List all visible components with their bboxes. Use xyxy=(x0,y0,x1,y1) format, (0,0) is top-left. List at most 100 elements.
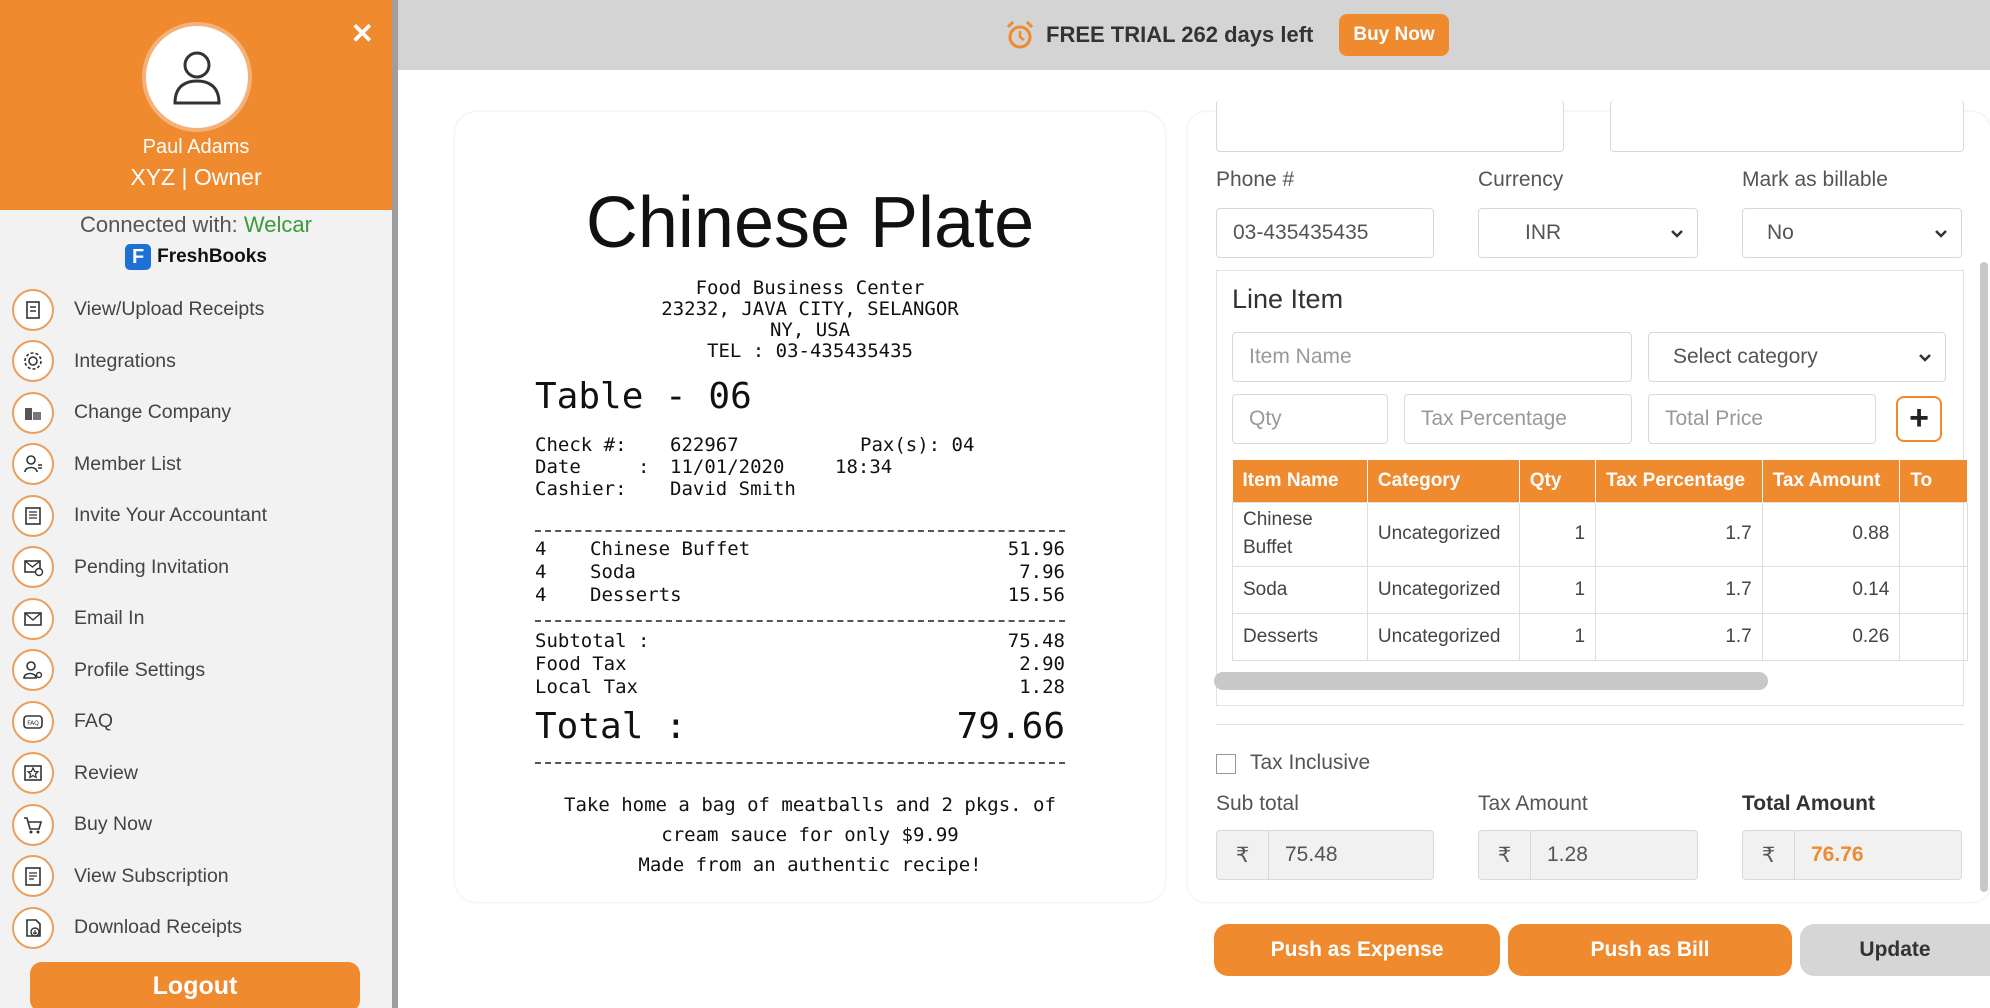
envelope-icon xyxy=(12,597,54,640)
sidebar-item-label: View/Upload Receipts xyxy=(74,298,265,321)
receipt-address: Food Business Center 23232, JAVA CITY, S… xyxy=(455,278,1165,362)
col-total[interactable]: To xyxy=(1899,460,1968,502)
logout-button[interactable]: Logout xyxy=(30,962,360,1008)
cell-tax-amount: 0.14 xyxy=(1761,565,1901,614)
sidebar-item-email-in[interactable]: Email In xyxy=(12,593,392,645)
item-amount: 51.96 xyxy=(1007,538,1065,560)
tax-amount-label: Tax Amount xyxy=(1478,792,1588,815)
receipt-item: 4 Desserts 15.56 xyxy=(535,584,1065,607)
subtotal-label: Subtotal : xyxy=(535,630,650,652)
category-select[interactable]: Select category xyxy=(1648,332,1946,382)
qty-placeholder: Qty xyxy=(1249,407,1282,430)
sidebar-item-buy-now[interactable]: Buy Now xyxy=(12,799,392,851)
cell-tax-amount: 0.26 xyxy=(1761,612,1901,661)
sidebar-item-view-subscription[interactable]: View Subscription xyxy=(12,851,392,903)
col-tax-percentage[interactable]: Tax Percentage xyxy=(1595,460,1763,502)
sidebar-item-member-list[interactable]: Member List xyxy=(12,439,392,491)
user-icon xyxy=(173,51,221,105)
billable-label: Mark as billable xyxy=(1742,168,1888,191)
partial-field[interactable] xyxy=(1610,100,1964,152)
cell-total xyxy=(1899,612,1968,661)
local-tax-label: Local Tax xyxy=(535,676,638,698)
avatar xyxy=(142,22,252,132)
sidebar-item-integrations[interactable]: Integrations xyxy=(12,336,392,388)
tax-percentage-input[interactable]: Tax Percentage xyxy=(1404,394,1632,444)
receipt-total: Total : 79.66 xyxy=(535,706,1065,747)
receipt-item: 4 Chinese Buffet 51.96 xyxy=(535,538,1065,561)
item-amount: 15.56 xyxy=(1007,584,1065,606)
sidebar-item-faq[interactable]: FAQ FAQ xyxy=(12,696,392,748)
sidebar-item-pending-invitation[interactable]: Pending Invitation xyxy=(12,542,392,594)
sidebar-item-review[interactable]: Review xyxy=(12,748,392,800)
item-qty: 4 xyxy=(535,561,547,583)
table-row[interactable]: Chinese Buffet Uncategorized 1 1.7 0.88 xyxy=(1232,501,1968,567)
col-category[interactable]: Category xyxy=(1367,460,1520,502)
receipt-food-tax: Food Tax 2.90 xyxy=(535,653,1065,676)
cell-item-name: Soda xyxy=(1232,565,1368,614)
table-row[interactable]: Desserts Uncategorized 1 1.7 0.26 xyxy=(1232,612,1968,661)
tax-amount-field: ₹ 1.28 xyxy=(1478,830,1698,880)
partial-field[interactable] xyxy=(1216,100,1564,152)
tax-inclusive-checkbox[interactable] xyxy=(1216,754,1236,774)
push-as-expense-button[interactable]: Push as Expense xyxy=(1214,924,1500,976)
sidebar-item-label: Buy Now xyxy=(74,813,153,836)
sidebar-item-profile-settings[interactable]: Profile Settings xyxy=(12,645,392,697)
cell-qty: 1 xyxy=(1518,501,1597,567)
freshbooks-label: FreshBooks xyxy=(157,246,267,267)
vertical-scrollbar[interactable] xyxy=(1980,262,1988,892)
total-price-input[interactable]: Total Price xyxy=(1648,394,1876,444)
col-item-name[interactable]: Item Name xyxy=(1232,460,1368,502)
push-as-bill-button[interactable]: Push as Bill xyxy=(1508,924,1792,976)
table-row[interactable]: Soda Uncategorized 1 1.7 0.14 xyxy=(1232,565,1968,614)
receipt-local-tax: Local Tax 1.28 xyxy=(535,676,1065,699)
close-icon[interactable]: ✕ xyxy=(351,20,374,48)
receipt-subtotal: Subtotal : 75.48 xyxy=(535,630,1065,653)
qty-input[interactable]: Qty xyxy=(1232,394,1388,444)
date-label: Date : xyxy=(535,456,650,478)
billable-select[interactable]: No xyxy=(1742,208,1962,258)
col-tax-amount[interactable]: Tax Amount xyxy=(1762,460,1901,502)
subtotal-field: ₹ 75.48 xyxy=(1216,830,1434,880)
cell-category: Uncategorized xyxy=(1366,501,1520,567)
rupee-icon: ₹ xyxy=(1479,831,1531,879)
cell-tax-percentage: 1.7 xyxy=(1595,612,1763,661)
cashier-label: Cashier: xyxy=(535,478,627,500)
col-qty[interactable]: Qty xyxy=(1519,460,1597,502)
cashier-name: David Smith xyxy=(670,478,796,500)
total-price-placeholder: Total Price xyxy=(1665,407,1764,430)
food-tax-value: 2.90 xyxy=(1019,653,1065,675)
total-amount-value: 76.76 xyxy=(1811,843,1864,866)
sidebar-item-label: Member List xyxy=(74,452,182,475)
invite-accountant-icon xyxy=(12,494,54,537)
check-label: Check #: xyxy=(535,434,627,456)
receipt-address-line: Food Business Center xyxy=(695,277,925,299)
phone-input[interactable]: 03-435435435 xyxy=(1216,208,1434,258)
horizontal-scrollbar[interactable] xyxy=(1214,672,1768,690)
cell-category: Uncategorized xyxy=(1366,565,1520,614)
section-divider xyxy=(1216,724,1964,725)
review-star-icon xyxy=(12,752,54,795)
add-line-item-button[interactable]: + xyxy=(1896,396,1942,442)
buy-now-button[interactable]: Buy Now xyxy=(1339,14,1449,56)
rupee-icon: ₹ xyxy=(1743,831,1795,879)
footer-line: cream sauce for only $9.99 xyxy=(661,824,959,846)
receipt-footer: Take home a bag of meatballs and 2 pkgs.… xyxy=(455,790,1165,880)
item-amount: 7.96 xyxy=(1019,561,1065,583)
sidebar-item-change-company[interactable]: Change Company xyxy=(12,387,392,439)
line-item-title: Line Item xyxy=(1232,284,1344,314)
pax-count: Pax(s): 04 xyxy=(860,434,975,456)
tax-inclusive-label: Tax Inclusive xyxy=(1250,751,1371,774)
item-name-input[interactable]: Item Name xyxy=(1232,332,1632,382)
sidebar-nav: View/Upload Receipts Integrations Change C… xyxy=(12,284,392,954)
subtotal-value: 75.48 xyxy=(1007,630,1065,652)
update-button[interactable]: Update xyxy=(1800,924,1990,976)
user-name: Paul Adams xyxy=(142,136,250,158)
sidebar-item-view-upload-receipts[interactable]: View/Upload Receipts xyxy=(12,284,392,336)
sidebar-item-label: Invite Your Accountant xyxy=(74,504,267,527)
sidebar-item-download-receipts[interactable]: Download Receipts xyxy=(12,902,392,954)
shopping-cart-icon xyxy=(12,803,54,846)
currency-select[interactable]: INR xyxy=(1478,208,1698,258)
subtotal-value: 75.48 xyxy=(1285,843,1338,866)
sidebar-item-invite-your-accountant[interactable]: Invite Your Accountant xyxy=(12,490,392,542)
subscription-doc-icon xyxy=(12,855,54,898)
